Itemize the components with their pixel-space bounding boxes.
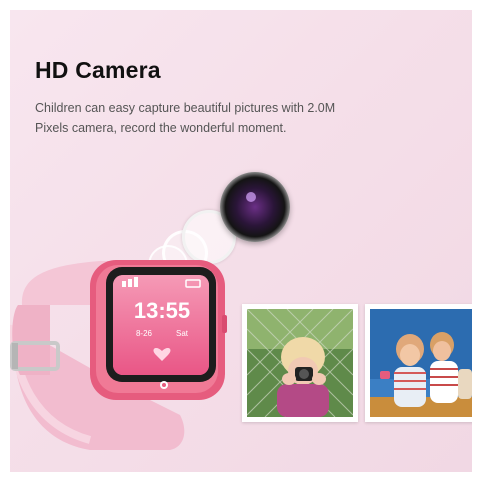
description-line-1: Children can easy capture beautiful pict… [35,101,336,115]
photo-girl-with-camera [242,304,358,422]
watch-weekday: Sat [176,329,189,338]
photo-kids-with-watch [365,304,472,422]
camera-lens-icon [220,172,290,242]
heading: HD Camera [35,57,161,83]
description-line-2: Pixels camera, record the wonderful mome… [35,121,287,135]
description: Children can easy capture beautiful pict… [35,98,455,138]
product-banner: HD Camera Children can easy capture beau… [10,10,472,472]
watch-time: 13:55 [134,298,190,323]
watch-date: 8-26 [136,329,153,338]
smart-watch-image: 13:55 8-26 Sat [10,260,227,450]
